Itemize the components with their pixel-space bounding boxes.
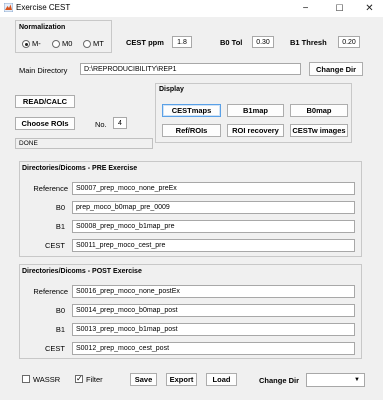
wassr-checkbox[interactable] <box>22 375 30 383</box>
footer-change-dir-label: Change Dir <box>259 376 300 385</box>
close-button[interactable]: ✕ <box>356 0 383 17</box>
chevron-down-icon: ▼ <box>354 377 360 383</box>
roi-count-input[interactable]: 4 <box>113 117 127 129</box>
radio-m-minus-label: M- <box>32 39 41 48</box>
title-bar: Exercise CEST − ☐ ✕ <box>0 0 383 17</box>
pre-exercise-title: Directories/Dicoms - PRE Exercise <box>22 165 138 172</box>
pre-exercise-panel: Directories/Dicoms - PRE Exercise Refere… <box>19 161 362 257</box>
b1-thresh-input[interactable]: 0.20 <box>338 36 360 48</box>
cestw-images-button[interactable]: CESTw images <box>290 124 348 137</box>
pre-reference-label: Reference <box>33 184 68 193</box>
export-button[interactable]: Export <box>166 373 197 386</box>
matlab-app-icon <box>4 3 13 12</box>
radio-mt-label: MT <box>93 39 104 48</box>
radio-m0-label: M0 <box>62 39 73 48</box>
status-box: DONE <box>15 138 153 149</box>
change-dir-button[interactable]: Change Dir <box>309 62 363 76</box>
save-button[interactable]: Save <box>130 373 157 386</box>
post-reference-field[interactable]: S0016_prep_moco_none_postEx <box>72 285 355 298</box>
change-dir-dropdown[interactable]: ▼ <box>306 373 365 387</box>
b1map-button[interactable]: B1map <box>227 104 284 117</box>
radio-m-minus[interactable] <box>22 40 30 48</box>
roi-count-label: No. <box>95 120 107 129</box>
window-title: Exercise CEST <box>16 3 71 12</box>
pre-cest-field[interactable]: S0011_prep_moco_cest_pre <box>72 239 355 252</box>
filter-checkbox[interactable]: ✓ <box>75 375 83 383</box>
post-cest-label: CEST <box>44 344 65 353</box>
post-b0-field[interactable]: S0014_prep_moco_b0map_post <box>72 304 355 317</box>
radio-mt[interactable] <box>83 40 91 48</box>
pre-cest-label: CEST <box>44 241 65 250</box>
choose-rois-button[interactable]: Choose ROIs <box>15 117 75 130</box>
pre-b1-field[interactable]: S0008_prep_moco_b1map_pre <box>72 220 355 233</box>
b0map-button[interactable]: B0map <box>290 104 348 117</box>
maximize-button[interactable]: ☐ <box>326 0 353 17</box>
display-panel: Display CESTmaps B1map B0map Ref/ROIs RO… <box>155 83 352 143</box>
status-text: DONE <box>19 140 38 147</box>
filter-label: Filter <box>86 375 103 384</box>
post-exercise-panel: Directories/Dicoms - POST Exercise Refer… <box>19 264 362 359</box>
normalization-panel: Normalization M- M0 MT <box>15 20 112 53</box>
ref-rois-button[interactable]: Ref/ROIs <box>162 124 221 137</box>
post-b1-label: B1 <box>55 325 65 334</box>
pre-b0-label: B0 <box>55 203 65 212</box>
normalization-title: Normalization <box>19 24 66 31</box>
pre-b0-field[interactable]: prep_moco_b0map_pre_0009 <box>72 201 355 214</box>
b0-tol-label: B0 Tol <box>220 38 243 47</box>
post-reference-label: Reference <box>33 287 68 296</box>
cestmaps-button[interactable]: CESTmaps <box>162 104 221 117</box>
pre-reference-field[interactable]: S0007_prep_moco_none_preEx <box>72 182 355 195</box>
main-directory-label: Main Directory <box>19 66 68 75</box>
display-title: Display <box>159 86 184 93</box>
b0-tol-input[interactable]: 0.30 <box>252 36 274 48</box>
minimize-button[interactable]: − <box>292 0 319 17</box>
roi-recovery-button[interactable]: ROI recovery <box>227 124 284 137</box>
post-b1-field[interactable]: S0013_prep_moco_b1map_post <box>72 323 355 336</box>
radio-m0[interactable] <box>52 40 60 48</box>
read-calc-button[interactable]: READ/CALC <box>15 95 75 108</box>
post-cest-field[interactable]: S0012_prep_moco_cest_post <box>72 342 355 355</box>
load-button[interactable]: Load <box>206 373 237 386</box>
post-exercise-title: Directories/Dicoms - POST Exercise <box>22 268 142 275</box>
main-directory-field[interactable]: D:\REPRODUCIBILITY\REP1 <box>80 63 301 75</box>
pre-b1-label: B1 <box>55 222 65 231</box>
cest-ppm-input[interactable]: 1.8 <box>172 36 192 48</box>
wassr-label: WASSR <box>33 375 61 384</box>
b1-thresh-label: B1 Thresh <box>290 38 327 47</box>
cest-ppm-label: CEST ppm <box>126 38 164 47</box>
post-b0-label: B0 <box>55 306 65 315</box>
